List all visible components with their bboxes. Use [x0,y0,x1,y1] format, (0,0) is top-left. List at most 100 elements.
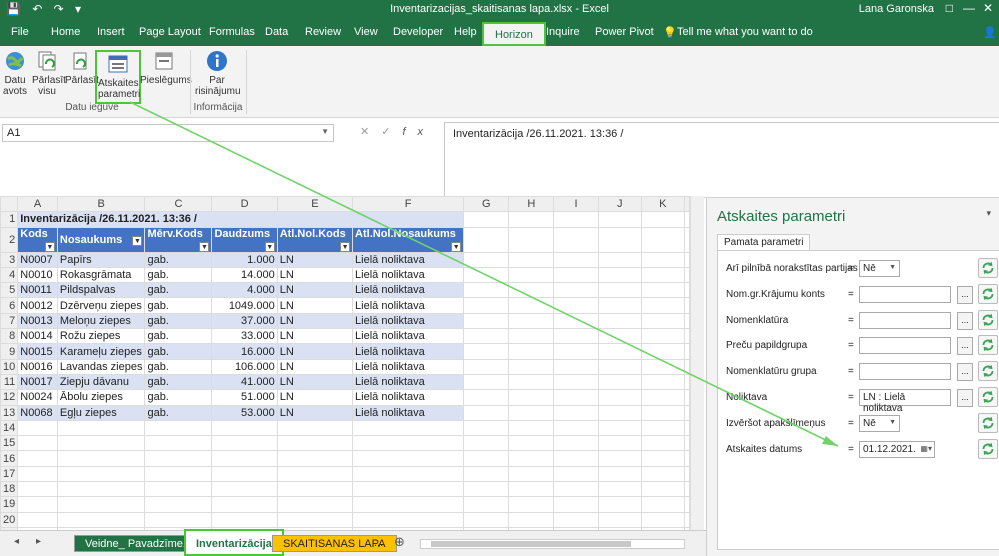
cell[interactable]: Ābolu ziepes [56,389,146,406]
cell[interactable] [684,373,690,391]
refresh-icon[interactable] [978,412,998,433]
cell[interactable]: gab. [144,358,213,375]
cell[interactable] [463,282,510,299]
cell[interactable] [553,419,599,437]
cell[interactable]: Pildspalvas [56,282,146,299]
cell[interactable]: Ziepju dāvanu [56,373,146,391]
cell[interactable] [508,266,555,284]
cell[interactable]: 4.000 [211,282,278,299]
cell[interactable] [640,511,686,528]
cell[interactable] [352,496,465,513]
row-header[interactable]: 16 [0,450,19,467]
cell[interactable]: N0014 [17,328,58,345]
tab-help[interactable]: Help [454,26,477,38]
cell[interactable] [553,496,599,513]
cell[interactable] [17,465,58,483]
date-input[interactable]: 01.12.2021. ▦▾ [859,440,935,458]
cell[interactable] [17,496,58,513]
row-header[interactable]: 18 [0,481,19,498]
cell[interactable] [17,419,58,437]
cell[interactable] [463,266,510,284]
cell[interactable]: gab. [144,312,213,330]
cell[interactable] [640,226,686,253]
cell[interactable] [508,297,555,314]
browse-button[interactable]: ... [957,285,973,304]
horizontal-scrollbar[interactable] [420,539,685,549]
cell[interactable] [276,450,354,467]
cell[interactable] [508,373,555,391]
cell[interactable] [597,496,642,513]
cell[interactable] [640,373,686,391]
tab-nav-prev-icon[interactable]: ◂ [14,536,19,547]
row-header[interactable]: 13 [0,404,19,421]
param-input[interactable] [859,285,951,303]
cell[interactable] [684,226,690,253]
cell[interactable] [508,226,555,253]
cell[interactable] [684,389,690,406]
formula-input[interactable]: Inventarizācija /26.11.2021. 13:36 / [444,122,999,196]
cell[interactable]: Lielā noliktava [352,389,465,406]
row-header[interactable]: 14 [0,419,19,437]
cell[interactable] [508,312,555,330]
cell[interactable] [684,266,690,284]
cell[interactable] [553,465,599,483]
cell[interactable] [211,419,278,437]
browse-button[interactable]: ... [957,389,973,407]
row-header[interactable]: 19 [0,496,19,513]
cell[interactable] [276,465,354,483]
filter-dropdown-icon[interactable]: ▼ [264,241,275,252]
par-risinajumu-button[interactable]: Par risinājumu [195,50,241,97]
cell[interactable] [553,435,599,452]
cell[interactable] [276,511,354,528]
cell[interactable] [684,343,690,360]
cell[interactable] [211,465,278,483]
enter-icon[interactable]: ✓ [381,126,402,138]
cell[interactable] [640,328,686,345]
share-icon[interactable]: 👤 [983,26,997,39]
cell[interactable] [352,435,465,452]
cell[interactable]: Daudzums ▼ [211,226,278,253]
cell[interactable] [597,419,642,437]
cell[interactable] [553,511,599,528]
restore-ribbon-icon[interactable]: □ [946,1,953,15]
cell[interactable] [553,328,599,345]
cell[interactable] [144,511,213,528]
cell[interactable] [211,511,278,528]
tab-home[interactable]: Home [51,26,80,38]
cell[interactable] [463,496,510,513]
row-header[interactable]: 5 [0,282,19,299]
cell[interactable] [597,481,642,498]
cell[interactable] [553,312,599,330]
tell-me-search[interactable]: Tell me what you want to do [677,26,813,38]
cell[interactable] [211,450,278,467]
more-sheets-button[interactable]: ... [374,537,383,549]
cell[interactable] [597,266,642,284]
cell[interactable] [553,211,599,228]
cell[interactable]: Lielā noliktava [352,358,465,375]
cell[interactable] [597,226,642,253]
tab-formulas[interactable]: Formulas [209,26,255,38]
cell[interactable]: Inventarizācija /26.11.2021. 13:36 / [17,211,465,228]
cell[interactable] [56,419,146,437]
browse-button[interactable]: ... [957,363,973,382]
cell[interactable]: Lielā noliktava [352,266,465,284]
datu-avots-button[interactable]: Datu avots [2,50,28,97]
browse-button[interactable]: ... [957,311,973,330]
cell[interactable] [553,282,599,299]
fx-icon[interactable]: fx [402,126,435,138]
cell[interactable]: 53.000 [211,404,278,421]
column-header[interactable]: F [352,196,465,213]
cell[interactable] [553,297,599,314]
cell[interactable]: gab. [144,282,213,299]
cell[interactable]: Lavandas ziepes [56,358,146,375]
cell[interactable]: 41.000 [211,373,278,391]
column-header[interactable]: B [56,196,146,213]
param-select[interactable]: Nē ▼ [859,414,900,432]
refresh-icon[interactable] [978,387,998,407]
column-header[interactable]: I [553,196,599,213]
cell[interactable] [640,435,686,452]
column-header[interactable]: A [17,196,58,213]
cell[interactable]: Lielā noliktava [352,343,465,360]
cell[interactable]: 1049.000 [211,297,278,314]
cell[interactable] [463,312,510,330]
